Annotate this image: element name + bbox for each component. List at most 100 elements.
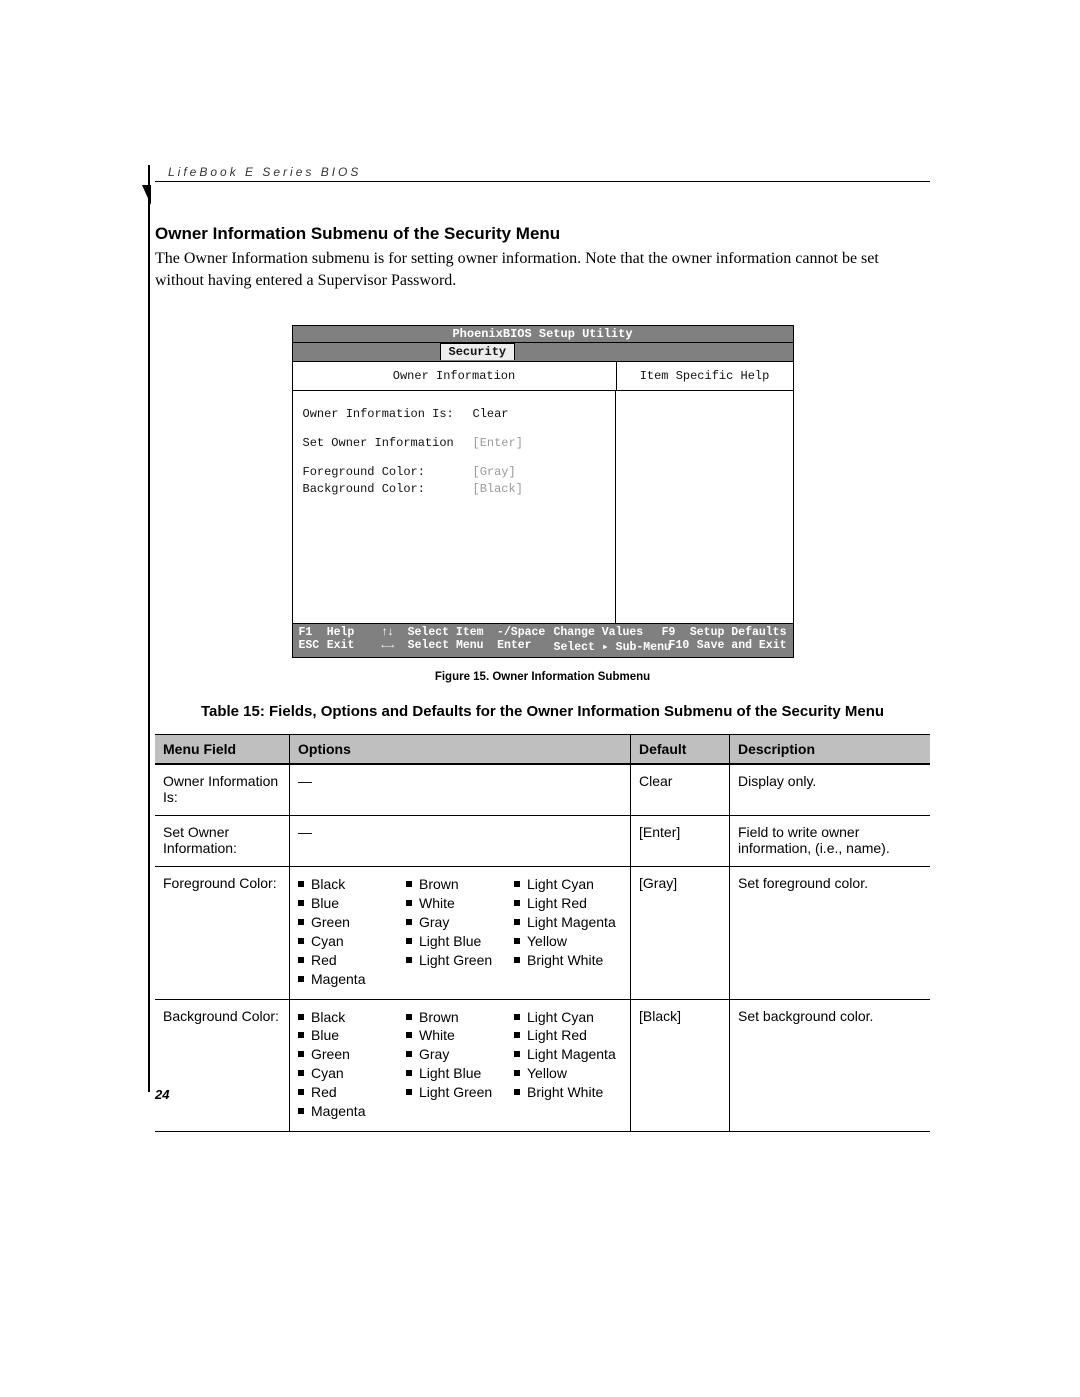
bios-label: Owner Information Is: xyxy=(303,407,473,421)
key-space: -/Space xyxy=(497,626,553,639)
option-item: Light Magenta xyxy=(514,913,622,932)
bios-left-header: Owner Information xyxy=(293,362,617,390)
option-item: Red xyxy=(298,951,406,970)
option-item: Cyan xyxy=(298,932,406,951)
options-column: BlackBlueGreenCyanRedMagenta xyxy=(298,1008,406,1121)
table-row: Foreground Color:BlackBlueGreenCyanRedMa… xyxy=(155,867,930,999)
option-item: Light Blue xyxy=(406,932,514,951)
key-esc-label: Exit xyxy=(327,639,382,654)
option-item: Magenta xyxy=(298,1102,406,1121)
key-f1-label: Help xyxy=(327,626,382,639)
arrows-leftright-icon: ←→ xyxy=(381,639,407,654)
bios-screenshot: PhoenixBIOS Setup Utility Security Owner… xyxy=(292,325,794,658)
col-description: Description xyxy=(730,735,931,765)
bios-value: [Enter] xyxy=(473,436,605,450)
cell-description: Display only. xyxy=(730,764,931,816)
cell-default: [Enter] xyxy=(631,816,730,867)
bios-body: Owner Information Is: Clear Set Owner In… xyxy=(293,391,793,624)
bios-footer-line2: ESC Exit ←→ Select Menu Enter Select ▸ S… xyxy=(299,639,787,654)
option-item: Gray xyxy=(406,913,514,932)
bios-help-pane xyxy=(616,391,793,623)
option-item: Light Red xyxy=(514,1026,622,1045)
cell-description: Field to write owner information, (i.e.,… xyxy=(730,816,931,867)
option-item: Light Cyan xyxy=(514,875,622,894)
running-header: LifeBook E Series BIOS xyxy=(155,165,930,182)
col-menu-field: Menu Field xyxy=(155,735,290,765)
option-item: Cyan xyxy=(298,1064,406,1083)
options-column: Light CyanLight RedLight MagentaYellowBr… xyxy=(514,1008,622,1121)
bios-right-header: Item Specific Help xyxy=(617,362,793,390)
cell-default: [Black] xyxy=(631,999,730,1131)
option-item: Blue xyxy=(298,1026,406,1045)
option-item: Light Blue xyxy=(406,1064,514,1083)
cell-default: [Gray] xyxy=(631,867,730,999)
select-submenu-label: Select ▸ Sub-Menu xyxy=(554,639,669,654)
intro-paragraph: The Owner Information submenu is for set… xyxy=(155,248,930,291)
option-item: Bright White xyxy=(514,951,622,970)
change-values-label: Change Values xyxy=(553,626,661,639)
option-item: Magenta xyxy=(298,970,406,989)
bios-value: Clear xyxy=(473,407,605,421)
options-column: BlackBlueGreenCyanRedMagenta xyxy=(298,875,406,988)
cell-menu-field: Foreground Color: xyxy=(155,867,290,999)
section-heading: Owner Information Submenu of the Securit… xyxy=(155,224,930,244)
option-item: Black xyxy=(298,1008,406,1027)
cell-options: BlackBlueGreenCyanRedMagentaBrownWhiteGr… xyxy=(290,999,631,1131)
option-item: Yellow xyxy=(514,1064,622,1083)
option-item: Light Red xyxy=(514,894,622,913)
cell-menu-field: Owner Information Is: xyxy=(155,764,290,816)
bios-label: Foreground Color: xyxy=(303,465,473,479)
page-number: 24 xyxy=(155,1087,169,1102)
cell-description: Set background color. xyxy=(730,999,931,1131)
bios-value: [Gray] xyxy=(473,465,605,479)
bios-pane-headers: Owner Information Item Specific Help xyxy=(293,362,793,391)
bios-row-foreground-color: Foreground Color: [Gray] xyxy=(303,465,605,479)
setup-defaults-label: Setup Defaults xyxy=(690,626,787,639)
option-item: Light Green xyxy=(406,951,514,970)
cell-options: — xyxy=(290,816,631,867)
key-f10: F10 xyxy=(669,639,697,654)
bios-label: Background Color: xyxy=(303,482,473,496)
bios-menubar: Security xyxy=(293,343,793,362)
cell-menu-field: Set Owner Information: xyxy=(155,816,290,867)
figure-caption: Figure 15. Owner Information Submenu xyxy=(155,671,930,683)
options-column: Light CyanLight RedLight MagentaYellowBr… xyxy=(514,875,622,988)
select-item-label: Select Item xyxy=(408,626,497,639)
arrows-updown-icon: ↑↓ xyxy=(381,626,407,639)
bios-label: Set Owner Information xyxy=(303,436,473,450)
col-options: Options xyxy=(290,735,631,765)
key-enter: Enter xyxy=(497,639,553,654)
option-item: Black xyxy=(298,875,406,894)
option-item: Green xyxy=(298,913,406,932)
option-item: Light Magenta xyxy=(514,1045,622,1064)
table-row: Background Color:BlackBlueGreenCyanRedMa… xyxy=(155,999,930,1131)
col-default: Default xyxy=(631,735,730,765)
cell-menu-field: Background Color: xyxy=(155,999,290,1131)
select-menu-label: Select Menu xyxy=(408,639,497,654)
bios-left-pane: Owner Information Is: Clear Set Owner In… xyxy=(293,391,616,623)
page-notch-icon xyxy=(142,185,151,205)
option-item: Red xyxy=(298,1083,406,1102)
bios-row-set-owner-info: Set Owner Information [Enter] xyxy=(303,436,605,450)
option-item: White xyxy=(406,894,514,913)
options-column: BrownWhiteGrayLight BlueLight Green xyxy=(406,1008,514,1121)
option-item: Light Green xyxy=(406,1083,514,1102)
option-item: White xyxy=(406,1026,514,1045)
key-f1: F1 xyxy=(299,626,327,639)
option-item: Light Cyan xyxy=(514,1008,622,1027)
bios-footer-line1: F1 Help ↑↓ Select Item -/Space Change Va… xyxy=(299,626,787,639)
page-rule xyxy=(148,165,150,1092)
option-item: Gray xyxy=(406,1045,514,1064)
bios-row-background-color: Background Color: [Black] xyxy=(303,482,605,496)
table-title: Table 15: Fields, Options and Defaults f… xyxy=(155,703,930,720)
cell-default: Clear xyxy=(631,764,730,816)
bios-row-owner-info-is: Owner Information Is: Clear xyxy=(303,407,605,421)
bios-title: PhoenixBIOS Setup Utility xyxy=(293,326,793,343)
table-row: Set Owner Information:—[Enter]Field to w… xyxy=(155,816,930,867)
cell-options: — xyxy=(290,764,631,816)
document-page: LifeBook E Series BIOS Owner Information… xyxy=(0,0,1080,1397)
option-item: Brown xyxy=(406,1008,514,1027)
option-item: Blue xyxy=(298,894,406,913)
bios-tab-security: Security xyxy=(440,343,516,360)
options-table: Menu Field Options Default Description O… xyxy=(155,734,930,1132)
